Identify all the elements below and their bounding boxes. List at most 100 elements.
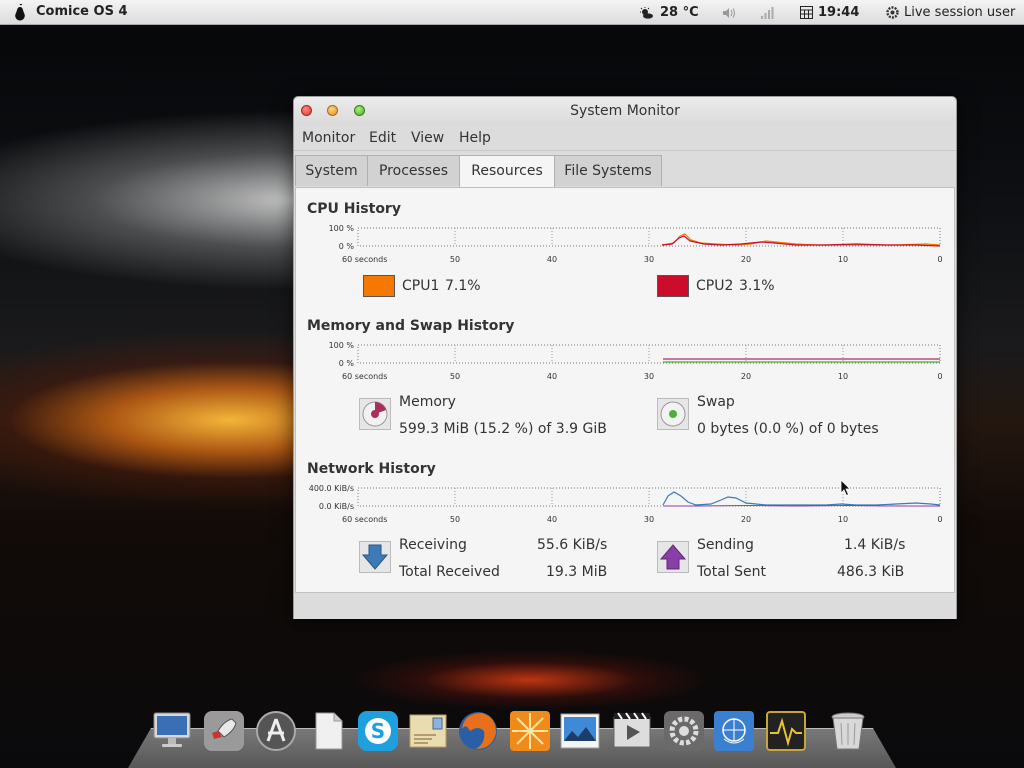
system-monitor-icon[interactable] (764, 709, 808, 753)
cpu2-color-swatch[interactable] (657, 275, 689, 297)
tab-file-systems[interactable]: File Systems (554, 155, 662, 186)
menu-view[interactable]: View (411, 130, 444, 146)
memory-value: 599.3 MiB (15.2 %) of 3.9 GiB (399, 421, 607, 437)
menu-monitor[interactable]: Monitor (302, 130, 355, 146)
trash-icon[interactable] (826, 709, 870, 753)
network-y-label-max: 400.0 KiB/s (309, 484, 354, 493)
memory-label: Memory (399, 394, 456, 410)
volume-icon (723, 7, 735, 18)
swap-value: 0 bytes (0.0 %) of 0 bytes (697, 421, 879, 437)
total-sent-label: Total Sent (697, 564, 767, 580)
photos-icon[interactable] (558, 709, 602, 753)
total-received-value: 19.3 MiB (546, 564, 608, 580)
tab-resources[interactable]: Resources (459, 155, 555, 188)
tab-processes[interactable]: Processes (367, 155, 460, 186)
memory-x-label-10: 10 (838, 372, 848, 381)
cpu-x-label-0: 0 (937, 255, 942, 264)
network-x-label-50: 50 (450, 515, 460, 524)
memory-y-label-min: 0 % (339, 359, 355, 368)
gear-icon (886, 6, 899, 19)
memory-history-title: Memory and Swap History (307, 318, 515, 334)
clock-time: 19:44 (818, 5, 860, 20)
total-sent-value: 486.3 KiB (837, 564, 905, 580)
network-x-label-0: 0 (937, 515, 942, 524)
receiving-arrow-icon[interactable] (359, 541, 391, 573)
receiving-line (662, 491, 941, 506)
network-y-label-min: 0.0 KiB/s (319, 502, 354, 511)
total-received-label: Total Received (399, 564, 500, 580)
network-grid-lines (454, 488, 844, 506)
window-title: System Monitor (570, 103, 680, 119)
temperature-text: 28 °C (660, 5, 699, 20)
calendar-icon (800, 6, 813, 19)
clock[interactable]: 19:44 (800, 0, 859, 25)
weather-icon (640, 6, 653, 19)
firefox-icon[interactable] (456, 709, 500, 753)
skype-icon[interactable]: S (356, 709, 400, 753)
cpu1-label: CPU1 (402, 278, 440, 294)
sending-line (663, 504, 940, 507)
network-x-label-60: 60 seconds (342, 515, 387, 524)
sunburst-icon[interactable] (508, 709, 552, 753)
network-history-title: Network History (307, 461, 436, 477)
memory-x-label-50: 50 (450, 372, 460, 381)
video-player-icon[interactable] (610, 709, 654, 753)
computer-icon[interactable] (150, 709, 194, 753)
menu-edit[interactable]: Edit (369, 130, 396, 146)
cpu-history-title: CPU History (307, 201, 401, 217)
swap-label: Swap (697, 394, 735, 410)
svg-text:S: S (371, 719, 385, 743)
memory-x-label-0: 0 (937, 372, 942, 381)
cpu-x-label-30: 30 (644, 255, 654, 264)
top-panel: Comice OS 4 28 °C 19:44 Live session use… (0, 0, 1024, 25)
memory-x-label-60: 60 seconds (342, 372, 387, 381)
network-x-label-10: 10 (838, 515, 848, 524)
memory-x-label-40: 40 (547, 372, 557, 381)
network-x-label-20: 20 (741, 515, 751, 524)
sending-value: 1.4 KiB/s (844, 537, 906, 553)
cpu2-line (661, 235, 941, 247)
weather-indicator[interactable]: 28 °C (640, 0, 699, 25)
cpu-x-label-60: 60 seconds (342, 255, 387, 264)
volume-indicator[interactable] (722, 0, 736, 25)
memory-x-label-20: 20 (741, 372, 751, 381)
cpu-x-label-40: 40 (547, 255, 557, 264)
cpu-history-graph: 100 % 0 % 60 seconds 50 40 30 20 10 0 (329, 224, 943, 264)
os-name[interactable]: Comice OS 4 (36, 4, 128, 19)
memory-pie-icon[interactable] (359, 398, 391, 430)
memory-x-label-30: 30 (644, 372, 654, 381)
session-menu[interactable]: Live session user (886, 0, 1015, 25)
network-x-label-30: 30 (644, 515, 654, 524)
window-statusbar (294, 594, 956, 619)
memory-history-graph: 100 % 0 % 60 seconds 50 40 30 20 10 0 (329, 341, 943, 381)
un-globe-icon[interactable] (712, 709, 756, 753)
resources-panel: CPU History 100 % 0 % 60 seconds 50 40 3… (295, 187, 955, 593)
titlebar[interactable]: System Monitor (294, 97, 956, 125)
network-indicator[interactable] (760, 0, 774, 25)
session-user-label: Live session user (904, 5, 1016, 20)
menubar: Monitor Edit View Help (294, 125, 956, 151)
files-icon[interactable] (306, 709, 350, 753)
memory-y-label-max: 100 % (329, 341, 355, 350)
cpu-x-label-10: 10 (838, 255, 848, 264)
memory-grid-lines (454, 345, 844, 363)
sending-arrow-icon[interactable] (657, 541, 689, 573)
cpu1-color-swatch[interactable] (363, 275, 395, 297)
sending-label: Sending (697, 537, 754, 553)
mail-icon[interactable] (406, 709, 450, 753)
rocket-launcher-icon[interactable] (202, 709, 246, 753)
network-history-graph: 400.0 KiB/s 0.0 KiB/s 60 seconds 50 40 3… (309, 484, 943, 524)
swap-pie-icon[interactable] (657, 398, 689, 430)
cpu-x-label-20: 20 (741, 255, 751, 264)
signal-icon (761, 6, 774, 19)
app-store-icon[interactable] (254, 709, 298, 753)
tab-system[interactable]: System (295, 155, 368, 186)
cpu-y-label-max: 100 % (329, 224, 355, 233)
menu-help[interactable]: Help (459, 130, 491, 146)
system-settings-icon[interactable] (662, 709, 706, 753)
cpu2-label: CPU2 (696, 278, 734, 294)
pear-logo-icon[interactable] (12, 4, 28, 21)
mouse-cursor-icon (840, 479, 851, 497)
receiving-value: 55.6 KiB/s (537, 537, 608, 553)
network-x-label-40: 40 (547, 515, 557, 524)
